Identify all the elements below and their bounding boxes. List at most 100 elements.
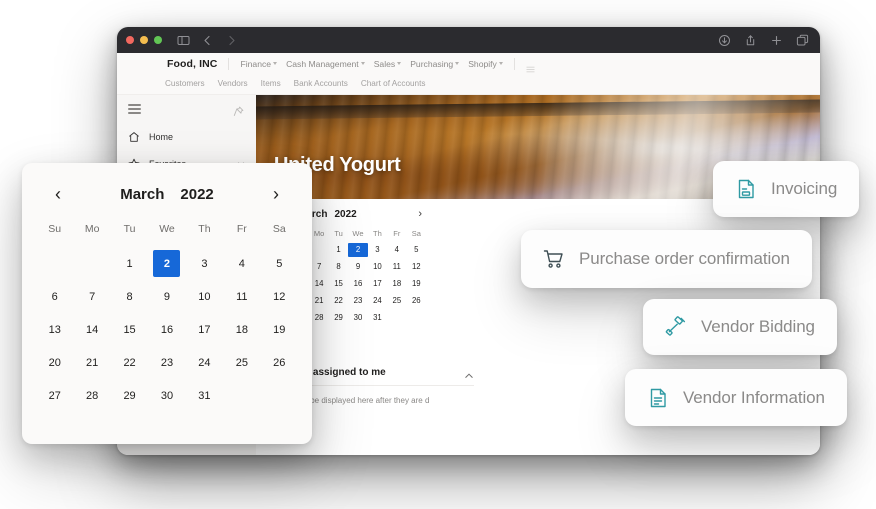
calendar-day-cell[interactable]: 4 [223, 247, 260, 280]
calendar-day-cell[interactable]: 16 [148, 313, 185, 346]
sidebar-toggle-icon[interactable] [177, 34, 190, 47]
feature-card-vendor-information[interactable]: Vendor Information [625, 369, 847, 426]
background-calendar-day-cell[interactable]: 19 [407, 277, 426, 291]
share-icon[interactable] [744, 34, 757, 47]
background-calendar-day-cell[interactable]: 16 [348, 277, 367, 291]
feature-card-invoicing[interactable]: Invoicing [713, 161, 860, 217]
calendar-day-cell[interactable]: 19 [261, 313, 298, 346]
calendar-day-cell[interactable]: 9 [148, 280, 185, 313]
calendar-day-cell[interactable]: 7 [73, 280, 110, 313]
nav-menu-finance[interactable]: Finance [240, 59, 278, 69]
calendar-day-cell[interactable]: 10 [186, 280, 223, 313]
nav-menu-sales-label: Sales [373, 58, 396, 69]
calendar-day-cell[interactable]: 6 [36, 280, 73, 313]
new-tab-icon[interactable] [770, 34, 783, 47]
app-navbar: Food, INC Finance Cash Management Sales … [117, 53, 820, 95]
nav-menu-sales[interactable]: Sales [374, 59, 402, 69]
pin-icon[interactable] [233, 104, 244, 116]
subnav-item-bank-accounts[interactable]: Bank Accounts [294, 79, 348, 88]
tab-overview-icon[interactable] [796, 34, 809, 47]
subnav-item-customers[interactable]: Customers [165, 79, 205, 88]
background-calendar-day-cell[interactable]: 22 [329, 294, 348, 308]
background-calendar-day-cell[interactable]: 4 [387, 243, 406, 257]
subnav-item-items[interactable]: Items [261, 79, 281, 88]
hamburger-menu-icon[interactable] [128, 104, 141, 114]
navbar-secondary-row: Customers Vendors Items Bank Accounts Ch… [117, 74, 820, 93]
background-calendar-day-cell[interactable]: 18 [387, 277, 406, 291]
more-menu-icon[interactable] [526, 60, 535, 73]
background-calendar-day-cell[interactable]: 21 [309, 294, 328, 308]
background-calendar-day-cell[interactable]: 12 [407, 260, 426, 274]
background-calendar-day-cell[interactable]: 15 [329, 277, 348, 291]
background-calendar-day-cell[interactable]: 26 [407, 294, 426, 308]
calendar-day-cell[interactable]: 12 [261, 280, 298, 313]
background-calendar-day-cell[interactable]: 14 [309, 277, 328, 291]
gavel-icon [665, 316, 687, 338]
calendar-day-cell[interactable]: 13 [36, 313, 73, 346]
background-calendar-day-cell[interactable]: 25 [387, 294, 406, 308]
feature-card-purchase-order[interactable]: Purchase order confirmation [521, 230, 812, 288]
calendar-day-cell[interactable]: 30 [148, 379, 185, 412]
background-calendar-day-cell[interactable]: 23 [348, 294, 367, 308]
calendar-prev-month-button[interactable]: ‹ [48, 185, 68, 203]
minimize-window-button[interactable] [140, 36, 148, 44]
nav-menu-cash-management[interactable]: Cash Management [286, 59, 365, 69]
navbar-divider [228, 57, 230, 70]
background-calendar-day-cell[interactable]: 5 [407, 243, 426, 257]
background-calendar-day-cell[interactable]: 7 [309, 260, 328, 274]
calendar-day-cell[interactable]: 18 [223, 313, 260, 346]
calendar-day-cell[interactable]: 20 [36, 346, 73, 379]
subnav-item-chart-of-accounts[interactable]: Chart of Accounts [361, 79, 426, 88]
calendar-blank-cell [73, 247, 110, 280]
background-calendar-day-cell[interactable]: 24 [368, 294, 387, 308]
background-calendar-day-cell[interactable]: 31 [368, 311, 387, 325]
calendar-day-cell[interactable]: 24 [186, 346, 223, 379]
background-calendar-day-cell[interactable]: 9 [348, 260, 367, 274]
download-icon[interactable] [718, 34, 731, 47]
calendar-day-cell[interactable]: 17 [186, 313, 223, 346]
sidebar-item-home[interactable]: Home [117, 123, 256, 150]
calendar-next-month-button[interactable]: › [266, 185, 286, 203]
calendar-day-cell[interactable]: 3 [186, 247, 223, 280]
calendar-day-cell[interactable]: 11 [223, 280, 260, 313]
calendar-day-cell[interactable]: 8 [111, 280, 148, 313]
calendar-day-cell[interactable]: 14 [73, 313, 110, 346]
background-calendar-day-cell[interactable]: 1 [329, 243, 348, 257]
background-calendar-day-cell[interactable]: 30 [348, 311, 367, 325]
assigned-items-header[interactable]: items assigned to me [284, 367, 474, 386]
subnav-item-vendors[interactable]: Vendors [218, 79, 248, 88]
background-calendar-day-cell[interactable]: 17 [368, 277, 387, 291]
nav-menu-shopify-label: Shopify [468, 58, 497, 69]
forward-arrow-icon[interactable] [225, 34, 238, 47]
feature-card-vendor-bidding[interactable]: Vendor Bidding [643, 299, 837, 355]
calendar-day-cell[interactable]: 5 [261, 247, 298, 280]
maximize-window-button[interactable] [154, 36, 162, 44]
background-calendar-day-cell[interactable]: 11 [387, 260, 406, 274]
background-calendar-day-cell[interactable]: 8 [329, 260, 348, 274]
calendar-day-cell[interactable]: 26 [261, 346, 298, 379]
background-calendar-day-cell[interactable]: 10 [368, 260, 387, 274]
calendar-day-cell[interactable]: 28 [73, 379, 110, 412]
back-arrow-icon[interactable] [201, 34, 214, 47]
calendar-day-cell[interactable]: 25 [223, 346, 260, 379]
calendar-month-label: March [120, 185, 165, 203]
calendar-day-cell[interactable]: 22 [111, 346, 148, 379]
background-calendar-next-button[interactable]: › [416, 209, 424, 220]
calendar-day-cell[interactable]: 23 [148, 346, 185, 379]
background-calendar-day-selected[interactable]: 2 [348, 243, 368, 257]
close-window-button[interactable] [126, 36, 134, 44]
calendar-day-cell[interactable]: 1 [111, 247, 148, 280]
calendar-day-cell[interactable]: 27 [36, 379, 73, 412]
calendar-day-cell[interactable]: 29 [111, 379, 148, 412]
calendar-day-selected[interactable]: 2 [148, 247, 185, 280]
background-calendar-day-cell[interactable]: 3 [368, 243, 387, 257]
chevron-up-icon[interactable] [464, 368, 474, 378]
background-calendar-blank-cell [309, 243, 328, 257]
calendar-day-cell[interactable]: 31 [186, 379, 223, 412]
background-calendar-day-cell[interactable]: 29 [329, 311, 348, 325]
calendar-day-cell[interactable]: 21 [73, 346, 110, 379]
background-calendar-day-cell[interactable]: 28 [309, 311, 328, 325]
nav-menu-shopify[interactable]: Shopify [468, 59, 503, 69]
calendar-day-cell[interactable]: 15 [111, 313, 148, 346]
nav-menu-purchasing[interactable]: Purchasing [410, 59, 460, 69]
